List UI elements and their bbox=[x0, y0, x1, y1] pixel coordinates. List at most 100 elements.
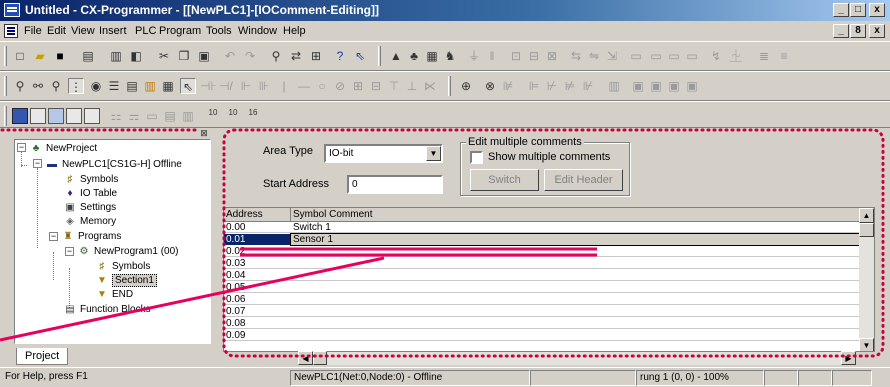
io-table-icon[interactable]: ▤ bbox=[162, 108, 178, 124]
address-view-icon[interactable]: ▦ bbox=[160, 78, 176, 94]
comment-cell[interactable]: Sensor 1 bbox=[290, 233, 862, 246]
menu-plc[interactable]: PLC bbox=[135, 25, 156, 37]
address-cell[interactable]: 0.09 bbox=[224, 330, 291, 341]
tab-project[interactable]: Project bbox=[16, 348, 69, 365]
watch-icon[interactable]: ⊗ bbox=[482, 78, 498, 94]
table-row[interactable]: 0.04 bbox=[224, 270, 861, 281]
io-comment-icon[interactable]: ▥ bbox=[180, 108, 196, 124]
online-edit-cancel-icon[interactable]: ⊭ bbox=[562, 78, 578, 94]
tree-node-memory[interactable]: ◈ Memory bbox=[63, 215, 116, 228]
find-symbol-icon[interactable]: ⚏ bbox=[108, 108, 124, 124]
tree-node-function-blocks[interactable]: ▤ Function Blocks bbox=[63, 303, 150, 316]
online-edit-icon[interactable]: ⊫ bbox=[526, 78, 542, 94]
task-icon[interactable]: ▥ bbox=[606, 78, 622, 94]
tree-node-project[interactable]: ♣ NewProject bbox=[29, 142, 97, 155]
comment-cell[interactable] bbox=[291, 282, 861, 293]
menu-program[interactable]: Program bbox=[159, 25, 201, 37]
tree-node-section[interactable]: ▼ Section1 bbox=[95, 274, 157, 287]
pt-contact-icon[interactable]: ⊤ bbox=[386, 78, 402, 94]
debug-mode-icon[interactable]: ▭ bbox=[666, 48, 682, 64]
address-cell[interactable]: 0.02 bbox=[224, 246, 291, 257]
comment-cell[interactable] bbox=[291, 258, 861, 269]
comment-cell[interactable] bbox=[291, 306, 861, 317]
online-icon[interactable]: ⊡ bbox=[508, 48, 524, 64]
window-3-icon[interactable]: ▣ bbox=[666, 78, 682, 94]
menu-insert[interactable]: Insert bbox=[99, 25, 127, 37]
stop-mode-icon[interactable]: ▭ bbox=[684, 48, 700, 64]
minimize-button[interactable]: _ bbox=[833, 3, 849, 17]
menu-file[interactable]: File bbox=[24, 25, 42, 37]
transfer-icon[interactable]: ⇆ bbox=[568, 48, 584, 64]
address-cell[interactable]: 0.00 bbox=[224, 222, 291, 233]
address-reference-icon[interactable]: ▦ bbox=[424, 48, 440, 64]
menu-help[interactable]: Help bbox=[283, 25, 306, 37]
sfc-icon[interactable]: ⊕ bbox=[458, 78, 474, 94]
redo-icon[interactable]: ↷ bbox=[242, 48, 258, 64]
program-mode-icon[interactable]: ⊠ bbox=[544, 48, 560, 64]
comment-cell[interactable] bbox=[291, 330, 861, 341]
comment-cell[interactable] bbox=[291, 294, 861, 305]
chevron-down-icon[interactable]: ▼ bbox=[426, 146, 441, 161]
or-contact-icon[interactable]: ⊩ bbox=[238, 78, 254, 94]
binoculars-icon[interactable]: ♞ bbox=[442, 48, 458, 64]
window-1-icon[interactable]: ▣ bbox=[630, 78, 646, 94]
symbol-table-icon[interactable]: ▤ bbox=[124, 78, 140, 94]
address-cell[interactable]: 0.07 bbox=[224, 306, 291, 317]
help-icon[interactable]: ? bbox=[332, 48, 348, 64]
upload-icon[interactable]: ⇲ bbox=[604, 48, 620, 64]
comment-cell[interactable] bbox=[291, 270, 861, 281]
change-value-icon[interactable]: ≡ bbox=[776, 48, 792, 64]
table-row[interactable]: 0.06 bbox=[224, 294, 861, 305]
scroll-right-icon[interactable]: ▶ bbox=[841, 351, 856, 365]
table-row[interactable]: 0.07 bbox=[224, 306, 861, 317]
tree-node-io-table[interactable]: ♦ IO Table bbox=[63, 187, 117, 200]
address-cell[interactable]: 0.01 bbox=[224, 234, 291, 245]
pause-icon[interactable]: ‖ bbox=[484, 48, 500, 64]
paste-icon[interactable]: ▣ bbox=[196, 48, 212, 64]
address-cell[interactable]: 0.06 bbox=[224, 294, 291, 305]
watch-window-icon[interactable] bbox=[48, 108, 64, 124]
differential-icon[interactable]: ⊯ bbox=[500, 78, 516, 94]
coil-icon[interactable]: ○ bbox=[314, 78, 330, 94]
replace-icon[interactable]: ⇄ bbox=[288, 48, 304, 64]
window-2-icon[interactable]: ▣ bbox=[648, 78, 664, 94]
project-window-icon[interactable] bbox=[12, 108, 28, 124]
toolbar-grip[interactable] bbox=[4, 46, 7, 66]
list-view-icon[interactable]: ☰ bbox=[106, 78, 122, 94]
ladder-icon[interactable]: ▲ bbox=[388, 48, 404, 64]
table-row-selected[interactable]: 0.01 Sensor 1 bbox=[224, 233, 862, 246]
open-icon[interactable]: ▰ bbox=[32, 48, 48, 64]
monitor-mode-icon[interactable]: ▭ bbox=[648, 48, 664, 64]
context-help-icon[interactable]: ⇖ bbox=[352, 48, 368, 64]
toolbar-grip[interactable] bbox=[4, 106, 7, 126]
run-mode-icon[interactable]: ▭ bbox=[628, 48, 644, 64]
scroll-thumb[interactable] bbox=[859, 223, 874, 237]
save-icon[interactable]: ■ bbox=[52, 48, 68, 64]
connect-icon[interactable]: ⋉ bbox=[422, 78, 438, 94]
line-icon[interactable]: ⊥ bbox=[404, 78, 420, 94]
online-edit-apply-icon[interactable]: ⊮ bbox=[580, 78, 596, 94]
coil-nc-icon[interactable]: ⊘ bbox=[332, 78, 348, 94]
copy-icon[interactable]: ❐ bbox=[176, 48, 192, 64]
vertical-icon[interactable]: | bbox=[276, 78, 292, 94]
instruction-alt-icon[interactable]: ⊟ bbox=[368, 78, 384, 94]
output-window-icon[interactable] bbox=[30, 108, 46, 124]
doc-restore-button[interactable]: 8 bbox=[850, 24, 866, 38]
vertical-scrollbar[interactable]: ▲ ▼ bbox=[859, 208, 874, 351]
cut-icon[interactable]: ✂ bbox=[156, 48, 172, 64]
scroll-up-icon[interactable]: ▲ bbox=[859, 208, 874, 223]
panel-close-icon[interactable]: ⊠ bbox=[198, 128, 210, 139]
address-cell[interactable]: 0.08 bbox=[224, 318, 291, 329]
contact-no-icon[interactable]: ⊣⊢ bbox=[200, 78, 216, 94]
tree-node-program[interactable]: ⚙ NewProgram1 (00) bbox=[77, 245, 179, 258]
zoom-16-icon[interactable]: 16 bbox=[244, 108, 262, 124]
toolbar-grip[interactable] bbox=[4, 76, 7, 96]
print-icon[interactable]: ▥ bbox=[108, 48, 124, 64]
select-mode-icon[interactable]: ⇖ bbox=[180, 78, 196, 94]
toolbar-grip[interactable] bbox=[378, 46, 381, 66]
column-header-address[interactable]: Address bbox=[224, 208, 291, 222]
rung-up-icon[interactable]: ⏚ bbox=[466, 48, 482, 64]
address-cell[interactable]: 0.04 bbox=[224, 270, 291, 281]
table-row[interactable]: 0.08 bbox=[224, 318, 861, 329]
expand-toggle[interactable]: − bbox=[49, 232, 58, 241]
